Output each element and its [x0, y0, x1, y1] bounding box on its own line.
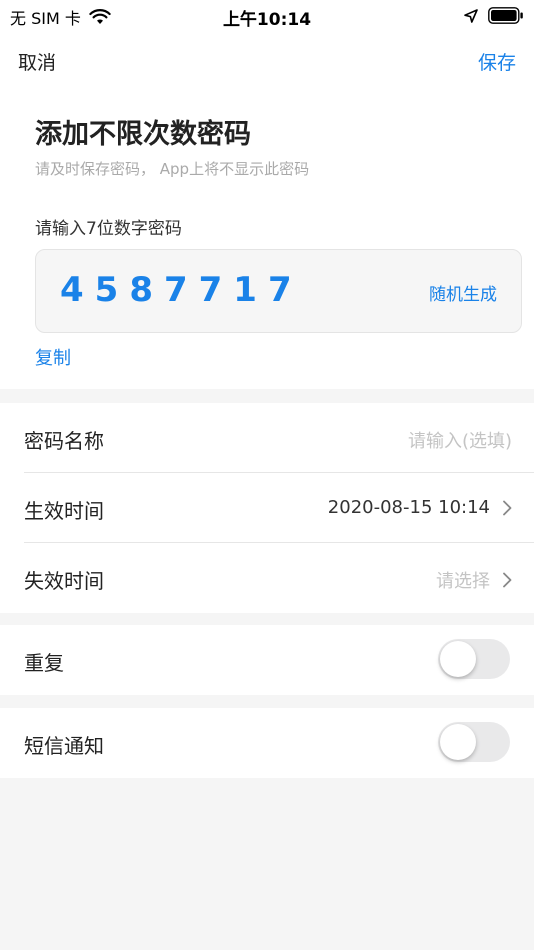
status-time: 上午10:14	[222, 10, 312, 30]
cancel-button[interactable]: 取消	[18, 48, 56, 75]
random-generate-button[interactable]: 随机生成	[429, 280, 497, 305]
name-label: 密码名称	[24, 429, 104, 453]
sms-toggle[interactable]	[438, 722, 510, 762]
status-right	[464, 7, 524, 24]
start-time-picker[interactable]: 2020-08-15 10:14	[328, 497, 512, 518]
code-input-box[interactable]: 4587717 随机生成	[35, 249, 522, 333]
save-button[interactable]: 保存	[478, 48, 516, 75]
nav-bar: 取消 保存	[0, 32, 534, 92]
copy-button[interactable]: 复制	[35, 344, 71, 370]
name-row[interactable]: 密码名称 请输入(选填)	[0, 403, 534, 473]
name-input[interactable]: 请输入(选填)	[408, 427, 512, 453]
screen: 无 SIM 卡 上午10:14 取消 保存 添加不限次数密码 请及时保存密码，	[0, 0, 534, 950]
chevron-right-icon	[503, 572, 512, 588]
name-placeholder: 请输入(选填)	[407, 431, 512, 452]
end-time-placeholder: 请选择	[436, 571, 490, 592]
repeat-group: 重复	[0, 625, 534, 695]
end-time-label: 失效时间	[24, 569, 104, 593]
start-time-row[interactable]: 生效时间 2020-08-15 10:14	[0, 473, 534, 543]
status-bar: 无 SIM 卡 上午10:14	[0, 0, 534, 32]
repeat-toggle[interactable]	[438, 639, 510, 679]
location-arrow-icon	[464, 8, 478, 23]
page-subtitle: 请及时保存密码， App上将不显示此密码	[35, 160, 310, 178]
repeat-label: 重复	[24, 651, 64, 675]
code-label: 请输入7位数字密码	[35, 219, 182, 239]
sms-group: 短信通知	[0, 708, 534, 778]
start-time-label: 生效时间	[24, 499, 104, 523]
repeat-row: 重复	[0, 625, 534, 695]
code-value[interactable]: 4587717	[60, 270, 303, 310]
page-title: 添加不限次数密码	[35, 119, 251, 150]
password-card: 添加不限次数密码 请及时保存密码， App上将不显示此密码 请输入7位数字密码 …	[0, 92, 534, 389]
end-time-picker[interactable]: 请选择	[436, 567, 512, 593]
toggle-knob	[440, 641, 476, 677]
sms-label: 短信通知	[24, 734, 104, 758]
sms-row: 短信通知	[0, 708, 534, 778]
start-time-value: 2020-08-15 10:14	[327, 497, 490, 518]
end-time-row[interactable]: 失效时间 请选择	[0, 543, 534, 613]
chevron-right-icon	[503, 500, 512, 515]
battery-icon	[488, 7, 523, 24]
fields-group: 密码名称 请输入(选填) 生效时间 2020-08-15 10:14 失效时间 …	[0, 403, 534, 613]
toggle-knob	[440, 724, 476, 760]
